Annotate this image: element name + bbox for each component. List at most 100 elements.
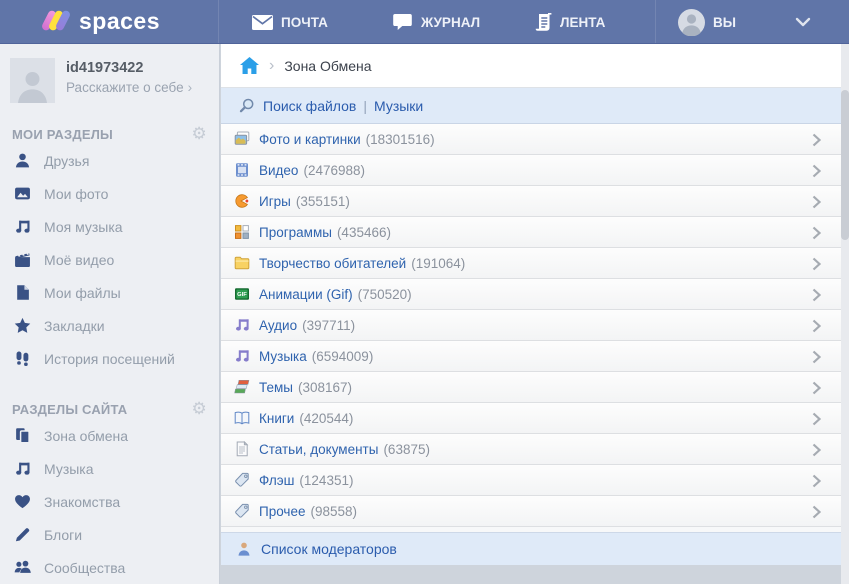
logo-text: spaces <box>79 8 160 35</box>
category-name: Игры <box>259 194 291 209</box>
category-name: Статьи, документы <box>259 442 378 457</box>
sidebar-item-label: История посещений <box>44 351 175 367</box>
nav-feed-label: ЛЕНТА <box>560 15 605 30</box>
sidebar-item-label: Моё видео <box>44 252 114 268</box>
category-count: (750520) <box>358 287 412 302</box>
category-row-audio[interactable]: Аудио (397711) <box>221 310 841 341</box>
sidebar-item-my-video[interactable]: Моё видео <box>0 243 219 276</box>
about-me-link[interactable]: Расскажите о себе <box>66 80 192 95</box>
sidebar-item-label: Друзья <box>44 153 89 169</box>
sidebar-item-bookmarks[interactable]: Закладки <box>0 309 219 342</box>
category-row-photos[interactable]: Фото и картинки (18301516) <box>221 124 841 155</box>
category-count: (355151) <box>296 194 350 209</box>
chevron-right-icon <box>812 412 821 431</box>
gear-icon[interactable]: ⚙ <box>192 401 207 417</box>
nav-mail[interactable]: ПОЧТА <box>252 0 328 44</box>
sidebar-item-label: Музыка <box>44 461 94 477</box>
sidebar-item-exchange-zone[interactable]: Зона обмена <box>0 419 219 452</box>
category-row-flash[interactable]: Флэш (124351) <box>221 465 841 496</box>
sidebar-item-my-music[interactable]: Моя музыка <box>0 210 219 243</box>
category-name: Видео <box>259 163 298 178</box>
search-music-link[interactable]: Музыки <box>374 98 423 114</box>
spaces-logo-icon <box>44 7 74 35</box>
pen-icon <box>12 526 32 543</box>
header-divider <box>218 0 219 43</box>
user-id[interactable]: id41973422 <box>66 60 192 76</box>
nav-feed[interactable]: ЛЕНТА <box>535 0 605 44</box>
sidebar-item-my-photos[interactable]: Мои фото <box>0 177 219 210</box>
chevron-right-icon <box>812 133 821 152</box>
sidebar-item-friends[interactable]: Друзья <box>0 144 219 177</box>
category-row-themes[interactable]: Темы (308167) <box>221 372 841 403</box>
person-placeholder-icon <box>17 69 48 103</box>
group-icon <box>12 559 32 576</box>
profile-block: id41973422 Расскажите о себе <box>0 56 219 114</box>
pacman-icon <box>233 193 250 209</box>
breadcrumb: Зона Обмена <box>221 44 841 88</box>
nav-you[interactable]: ВЫ <box>678 0 736 44</box>
sidebar-item-my-files[interactable]: Мои файлы <box>0 276 219 309</box>
moderators-bar: Список модераторов <box>221 532 841 565</box>
scrollbar-track[interactable] <box>841 44 849 584</box>
category-row-music[interactable]: Музыка (6594009) <box>221 341 841 372</box>
mail-icon <box>252 15 273 30</box>
sidebar: id41973422 Расскажите о себе МОИ РАЗДЕЛЫ… <box>0 44 220 584</box>
search-files-link[interactable]: Поиск файлов <box>263 98 356 114</box>
chevron-right-icon <box>812 474 821 493</box>
category-row-books[interactable]: Книги (420544) <box>221 403 841 434</box>
chevron-right-icon <box>812 505 821 524</box>
category-count: (420544) <box>299 411 353 426</box>
category-count: (191064) <box>411 256 465 271</box>
spaces-logo[interactable]: spaces <box>44 7 160 35</box>
home-icon[interactable] <box>240 57 259 74</box>
file-icon <box>12 284 32 301</box>
category-row-video[interactable]: Видео (2476988) <box>221 155 841 186</box>
moderators-list-link[interactable]: Список модераторов <box>261 541 397 557</box>
header-menu-toggle[interactable] <box>795 0 811 44</box>
category-count: (435466) <box>337 225 391 240</box>
category-row-animations[interactable]: GIF Анимации (Gif) (750520) <box>221 279 841 310</box>
music-note-icon <box>12 460 32 477</box>
gif-icon: GIF <box>233 286 250 302</box>
chevron-separator-icon <box>269 57 274 75</box>
category-name: Творчество обитателей <box>259 256 406 271</box>
nav-journal[interactable]: ЖУРНАЛ <box>392 0 480 44</box>
feed-scroll-icon <box>535 13 552 32</box>
profile-avatar[interactable] <box>10 58 55 103</box>
sidebar-item-communities[interactable]: Сообщества <box>0 551 219 584</box>
chevron-right-icon <box>184 80 193 95</box>
category-name: Программы <box>259 225 332 240</box>
sidebar-item-blogs[interactable]: Блоги <box>0 518 219 551</box>
sidebar-item-label: Зона обмена <box>44 428 128 444</box>
chevron-right-icon <box>812 288 821 307</box>
chevron-right-icon <box>812 381 821 400</box>
sidebar-item-dating[interactable]: Знакомства <box>0 485 219 518</box>
about-me-label: Расскажите о себе <box>66 80 184 95</box>
category-row-articles[interactable]: Статьи, документы (63875) <box>221 434 841 465</box>
star-icon <box>12 317 32 334</box>
category-row-games[interactable]: Игры (355151) <box>221 186 841 217</box>
music-note-icon <box>233 317 250 333</box>
chevron-right-icon <box>812 350 821 369</box>
chevron-right-icon <box>812 257 821 276</box>
category-count: (397711) <box>302 318 355 333</box>
category-name: Прочее <box>259 504 305 519</box>
page: spaces ПОЧТА ЖУРНАЛ ЛЕНТА ВЫ <box>0 0 849 584</box>
category-row-programs[interactable]: Программы (435466) <box>221 217 841 248</box>
gear-icon[interactable]: ⚙ <box>192 126 207 142</box>
category-count: (98558) <box>310 504 357 519</box>
person-icon <box>12 152 32 169</box>
folder-icon <box>233 255 250 271</box>
sidebar-item-visit-history[interactable]: История посещений <box>0 342 219 375</box>
chevron-right-icon <box>812 164 821 183</box>
photo-icon <box>12 185 32 202</box>
sidebar-item-label: Моя музыка <box>44 219 123 235</box>
category-count: (6594009) <box>312 349 374 364</box>
scrollbar-thumb[interactable] <box>841 90 849 240</box>
section-title: РАЗДЕЛЫ САЙТА <box>12 402 127 417</box>
music-note-icon <box>12 218 32 235</box>
tag-icon <box>233 503 250 519</box>
category-row-creativity[interactable]: Творчество обитателей (191064) <box>221 248 841 279</box>
sidebar-item-music[interactable]: Музыка <box>0 452 219 485</box>
category-row-other[interactable]: Прочее (98558) <box>221 496 841 527</box>
